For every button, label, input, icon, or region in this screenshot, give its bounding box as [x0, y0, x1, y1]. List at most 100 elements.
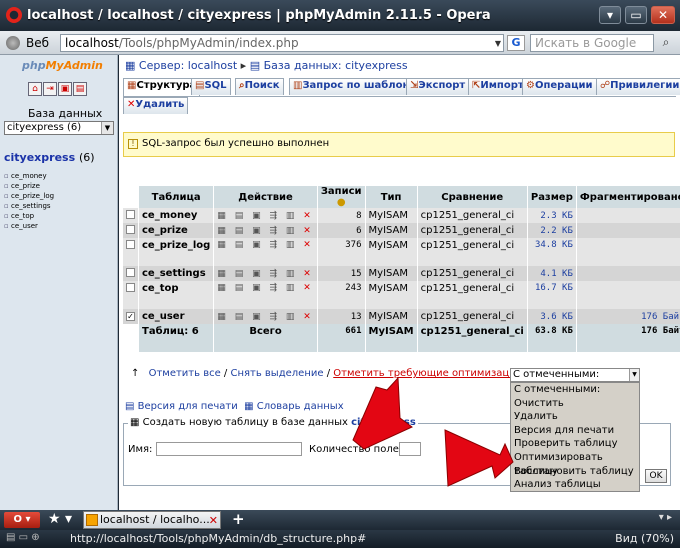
row-checkbox-checked[interactable]: ✓	[126, 312, 135, 321]
tab-query[interactable]: ▥Запрос по шаблону	[289, 78, 420, 95]
opera-logo-icon[interactable]	[6, 7, 22, 23]
insert-icon[interactable]: ⇶	[269, 211, 280, 221]
search-icon[interactable]: ⌕	[657, 35, 675, 51]
structure-icon[interactable]: ▤	[235, 283, 247, 293]
structure-icon[interactable]: ▤	[235, 226, 247, 236]
print-view-link[interactable]: Версия для печати	[138, 401, 238, 412]
star-icon[interactable]: ★ ▾	[48, 511, 72, 527]
browser-tab[interactable]: localhost / localho... ✕	[83, 511, 221, 529]
table-name[interactable]: ce_prize	[138, 223, 215, 238]
table-link[interactable]: ce_money	[4, 171, 54, 181]
table-link[interactable]: ce_prize	[4, 181, 54, 191]
browse-icon[interactable]: ▦	[217, 312, 229, 322]
size-link[interactable]: 2.2 КБ	[527, 223, 577, 238]
browse-icon[interactable]: ▦	[217, 211, 229, 221]
insert-icon[interactable]: ⇶	[269, 226, 280, 236]
maximize-button[interactable]: ▭	[625, 6, 647, 24]
breadcrumb-server[interactable]: Сервер: localhost	[139, 59, 237, 72]
header-table[interactable]: Таблица	[138, 186, 215, 208]
breadcrumb-database[interactable]: База данных: cityexpress	[264, 59, 408, 72]
browse-icon[interactable]: ▦	[217, 226, 229, 236]
empty-icon[interactable]: ▥	[286, 283, 298, 293]
tab-export[interactable]: ⇲Экспорт	[406, 78, 470, 95]
with-selected-select[interactable]: С отмеченными: ▼	[510, 368, 640, 382]
docs-icon[interactable]: ▤	[73, 82, 87, 96]
tab-structure[interactable]: ▦Структура	[123, 78, 201, 96]
status-icons[interactable]: ▤ ▭ ⊕	[6, 532, 40, 543]
dropdown-option[interactable]: Проверить таблицу	[511, 437, 639, 451]
phpmyadmin-logo[interactable]: phpMyAdmin	[22, 59, 103, 72]
search-icon[interactable]: ▣	[252, 240, 264, 250]
empty-icon[interactable]: ▥	[286, 240, 298, 250]
empty-icon[interactable]: ▥	[286, 226, 298, 236]
dropdown-option[interactable]: Очистить	[511, 397, 639, 411]
search-icon[interactable]: ▣	[252, 283, 264, 293]
table-link[interactable]: ce_prize_log	[4, 191, 54, 201]
drop-icon[interactable]: ✕	[303, 226, 314, 236]
row-checkbox[interactable]	[126, 209, 135, 219]
check-all-link[interactable]: Отметить все	[149, 368, 221, 379]
uncheck-all-link[interactable]: Снять выделение	[230, 368, 323, 379]
table-name[interactable]: ce_prize_log	[138, 238, 215, 266]
zoom-view-button[interactable]: Вид (70%)	[615, 532, 674, 545]
opera-menu-button[interactable]: O ▾	[4, 512, 40, 528]
chevron-down-icon[interactable]: ▼	[101, 122, 113, 134]
address-field[interactable]: localhost/Tools/phpMyAdmin/index.php ▼	[60, 34, 504, 52]
row-checkbox[interactable]	[126, 240, 135, 249]
ok-button[interactable]: OK	[645, 469, 667, 483]
drop-icon[interactable]: ✕	[303, 312, 314, 322]
chevron-down-icon[interactable]: ▼	[629, 369, 639, 381]
close-window-button[interactable]: ✕	[651, 6, 675, 24]
table-name[interactable]: ce_top	[138, 281, 215, 309]
insert-icon[interactable]: ⇶	[269, 283, 280, 293]
tab-operations[interactable]: ⚙Операции	[522, 78, 597, 95]
web-globe-icon[interactable]	[6, 36, 20, 50]
fields-count-input[interactable]	[399, 442, 421, 456]
drop-icon[interactable]: ✕	[303, 269, 314, 279]
close-tab-icon[interactable]: ✕	[209, 513, 218, 528]
browse-icon[interactable]: ▦	[217, 283, 229, 293]
insert-icon[interactable]: ⇶	[269, 269, 280, 279]
dropdown-option[interactable]: Анализ таблицы	[511, 478, 639, 492]
check-overhead-link[interactable]: Отметить требующие оптимизации	[333, 368, 522, 379]
insert-icon[interactable]: ⇶	[269, 312, 280, 322]
search-icon[interactable]: ▣	[252, 226, 264, 236]
drop-icon[interactable]: ✕	[303, 283, 314, 293]
tab-privileges[interactable]: ☍Привилегии	[596, 78, 680, 95]
row-checkbox[interactable]	[126, 267, 135, 277]
header-records[interactable]: Записи ●	[317, 186, 366, 208]
empty-icon[interactable]: ▥	[286, 211, 298, 221]
structure-icon[interactable]: ▤	[235, 312, 247, 322]
dropdown-option[interactable]: Удалить	[511, 410, 639, 424]
search-icon[interactable]: ▣	[252, 312, 264, 322]
table-name[interactable]: ce_settings	[138, 266, 215, 281]
dropdown-option[interactable]: Восстановить таблицу	[511, 465, 639, 479]
tab-sql[interactable]: ▤SQL	[191, 78, 231, 95]
dropdown-option-optimize[interactable]: Оптимизировать таблицу	[511, 451, 639, 477]
tab-drop[interactable]: ✕Удалить	[123, 97, 189, 114]
search-icon[interactable]: ▣	[252, 269, 264, 279]
search-icon[interactable]: ▣	[252, 211, 264, 221]
new-tab-button[interactable]: +	[232, 510, 245, 528]
dropdown-option[interactable]: Версия для печати	[511, 424, 639, 438]
insert-icon[interactable]: ⇶	[269, 240, 280, 250]
database-select[interactable]: cityexpress (6) ▼	[4, 121, 114, 135]
row-checkbox[interactable]	[126, 283, 135, 292]
exit-icon[interactable]: ⇥	[43, 82, 57, 96]
search-input[interactable]: Искать в Google	[530, 34, 654, 52]
structure-icon[interactable]: ▤	[235, 240, 247, 250]
drop-icon[interactable]: ✕	[303, 211, 314, 221]
browse-icon[interactable]: ▦	[217, 240, 229, 250]
dropdown-option[interactable]: С отмеченными:	[511, 383, 639, 397]
address-dropdown-icon[interactable]: ▼	[495, 39, 501, 48]
size-link[interactable]: 3.6 КБ	[527, 309, 577, 324]
empty-icon[interactable]: ▥	[286, 269, 298, 279]
table-link[interactable]: ce_top	[4, 211, 54, 221]
browse-icon[interactable]: ▦	[217, 269, 229, 279]
size-link[interactable]: 2.3 КБ	[527, 208, 577, 223]
size-link[interactable]: 16.7 КБ	[527, 281, 577, 309]
row-checkbox[interactable]	[126, 224, 135, 234]
tab-search[interactable]: ⌕Поиск	[235, 78, 284, 95]
size-link[interactable]: 34.8 КБ	[527, 238, 577, 266]
structure-icon[interactable]: ▤	[235, 211, 247, 221]
